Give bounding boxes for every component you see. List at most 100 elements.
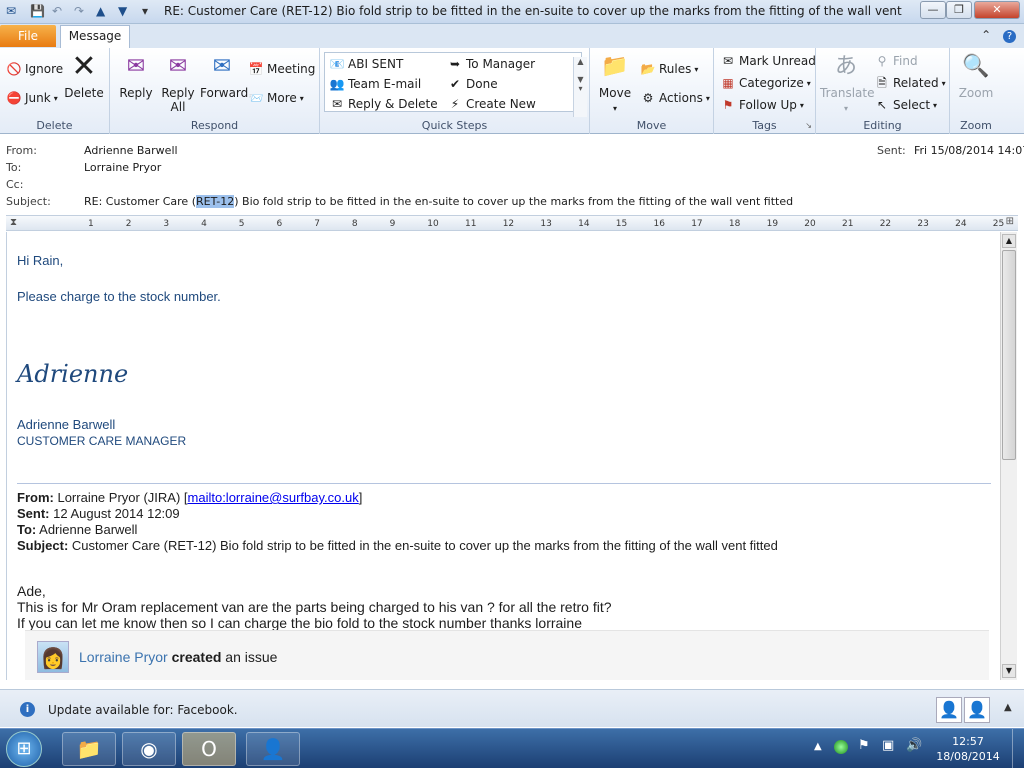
scroll-thumb[interactable] (1002, 250, 1016, 460)
editing-group: あ Translate ▾ ⚲ Find 🗎 Related ▾ ↖ Select ▾ Edi… (816, 48, 950, 134)
tab-file[interactable]: File (0, 25, 56, 47)
from-value[interactable]: Adrienne Barwell (84, 144, 178, 157)
ruler-tick: 20 (804, 219, 816, 229)
previous-item-icon[interactable]: ▲ (96, 3, 105, 19)
minimize-button[interactable]: — (920, 1, 946, 19)
subject-highlight: RET-12 (195, 195, 235, 208)
person-icon[interactable]: 👤 (936, 697, 962, 723)
quick-step-to-manager[interactable]: ➥ To Manager (447, 55, 535, 73)
volume-tray-icon[interactable]: 🔊 (906, 738, 922, 753)
zoom-group: 🔍 Zoom Zoom (950, 48, 1002, 134)
quick-step-done[interactable]: ✔ Done (447, 75, 498, 93)
status-tray-icon[interactable] (834, 740, 848, 754)
dialog-launcher-icon[interactable]: ↘ (805, 121, 812, 130)
ruler-tick: 9 (389, 219, 396, 229)
dropdown-arrow-icon: ▾ (799, 100, 804, 110)
show-hidden-icons[interactable]: ▲ (814, 741, 822, 752)
forward-button[interactable]: ✉ Forward (200, 52, 248, 100)
zoom-button[interactable]: 🔍 Zoom (954, 52, 998, 100)
quick-step-create-new[interactable]: ⚡ Create New (447, 95, 536, 113)
magnifier-icon: 🔍 (962, 54, 990, 79)
reply-all-button[interactable]: ✉ Reply All (158, 52, 198, 114)
ruler-tick: 22 (879, 219, 892, 229)
message-body[interactable]: Hi Rain, Please charge to the stock numb… (6, 232, 1000, 680)
mailto-link[interactable]: mailto:lorraine@surfbay.co.uk (188, 490, 359, 505)
vertical-scrollbar[interactable]: ▲ ▼ (1000, 232, 1017, 680)
ruler-tick: 4 (201, 219, 207, 229)
categorize-icon: ▦ (722, 76, 734, 90)
tab-message[interactable]: Message (60, 25, 130, 48)
ignore-button[interactable]: 🚫 Ignore (6, 60, 64, 78)
forward-icon: ✉ (212, 54, 232, 79)
rules-button[interactable]: 📂 Rules ▾ (640, 60, 699, 78)
orig-from-line: From: Lorraine Pryor (JIRA) [mailto:lorr… (17, 490, 362, 505)
subject-value: RE: Customer Care (RET-12) Bio fold stri… (84, 195, 793, 208)
minimize-ribbon-icon[interactable]: ⌃ (981, 28, 991, 42)
find-button[interactable]: ⚲ Find (874, 52, 918, 70)
from-label: From: (6, 144, 37, 157)
help-icon[interactable]: ? (1003, 30, 1016, 43)
orig-from: Lorraine Pryor (JIRA) [ (57, 490, 188, 505)
quick-step-reply-delete[interactable]: ✉ Reply & Delete (329, 95, 438, 113)
scroll-up-icon[interactable]: ▲ (1002, 234, 1016, 248)
ruler-tick: 5 (238, 219, 245, 229)
to-label: To: (6, 161, 22, 174)
quick-step-team-email[interactable]: 👥 Team E-mail (329, 75, 422, 93)
to-value[interactable]: Lorraine Pryor (84, 161, 161, 174)
quick-steps-scroll[interactable]: ▲ ▼ ▾ (573, 57, 587, 117)
expand-people-pane-icon[interactable]: ▲ (1004, 702, 1012, 713)
maximize-button[interactable]: ❐ (946, 1, 972, 19)
dropdown-arrow-icon: ▾ (705, 93, 710, 103)
junk-button[interactable]: ⛔ Junk ▾ (6, 89, 58, 107)
ruler-tick: 11 (465, 219, 477, 229)
select-button[interactable]: ↖ Select ▾ (874, 96, 937, 114)
jira-user-link[interactable]: Lorraine Pryor (79, 649, 168, 665)
chrome-taskbar-icon[interactable]: ◉ (122, 732, 176, 766)
outlook-icon: ✉ (6, 4, 17, 18)
undo-icon[interactable]: ↶ (52, 3, 62, 19)
view-ruler-icon[interactable]: ⊞ (1006, 216, 1014, 227)
group-label-move: Move (636, 119, 667, 132)
outlook-taskbar-icon[interactable]: O (182, 732, 236, 766)
indent-marker-icon[interactable]: ⧗ (10, 217, 17, 228)
delete-button[interactable]: ✕ Delete (64, 52, 104, 101)
related-button[interactable]: 🗎 Related ▾ (874, 74, 945, 92)
person-icon[interactable]: 👤 (964, 697, 990, 723)
explorer-taskbar-icon[interactable]: 📁 (62, 732, 116, 766)
delete-group: 🚫 Ignore ⛔ Junk ▾ ✕ Delete Delete (0, 48, 110, 134)
flag-tray-icon[interactable]: ⚑ (858, 738, 870, 753)
jira-notification: 👩 Lorraine Pryor created an issue (25, 630, 989, 680)
more-button[interactable]: 📨 More ▾ (248, 89, 304, 107)
next-item-icon[interactable]: ▼ (118, 3, 127, 19)
ruler-tick: 1 (88, 219, 94, 229)
mark-unread-button[interactable]: ✉ Mark Unread (720, 52, 816, 70)
redo-icon[interactable]: ↷ (74, 3, 84, 19)
show-desktop-button[interactable] (1012, 729, 1024, 768)
tags-group: ✉ Mark Unread ▦ Categorize ▾ ⚑ Follow Up ▾ Ta… (714, 48, 816, 134)
group-label-quick-steps: Quick Steps (421, 119, 488, 132)
notification-text[interactable]: Update available for: Facebook. (48, 703, 238, 717)
network-tray-icon[interactable]: ▣ (882, 738, 894, 753)
team-email-icon: 👥 (329, 77, 345, 91)
save-icon[interactable]: 💾 (30, 3, 45, 19)
reply-button[interactable]: ✉ Reply (116, 52, 156, 100)
meeting-button[interactable]: 📅 Meeting (248, 60, 316, 78)
translate-button[interactable]: あ Translate ▾ (820, 52, 875, 116)
window-title: RE: Customer Care (RET-12) Bio fold stri… (164, 4, 904, 18)
customize-qat-icon[interactable]: ▾ (142, 3, 148, 19)
start-button[interactable]: ⊞ (6, 731, 42, 767)
actions-button[interactable]: ⚙ Actions ▾ (640, 89, 710, 107)
app-taskbar-icon[interactable]: 👤 (246, 732, 300, 766)
quick-step-abi-sent[interactable]: 📧 ABI SENT (329, 55, 404, 73)
orig-sent: 12 August 2014 12:09 (53, 506, 180, 521)
move-button[interactable]: 📁 Move ▾ (596, 52, 634, 116)
scroll-down-icon[interactable]: ▼ (1002, 664, 1016, 678)
reply-icon: ✉ (126, 54, 146, 79)
binoculars-icon: ⚲ (877, 54, 887, 68)
quick-steps-group: 📧 ABI SENT ➥ To Manager 👥 Team E-mail ✔ Done… (320, 48, 590, 134)
clock[interactable]: 12:57 18/08/2014 (936, 734, 1000, 764)
categorize-button[interactable]: ▦ Categorize ▾ (720, 74, 810, 92)
close-button[interactable]: ✕ (974, 1, 1020, 19)
ruler-tick: 3 (163, 219, 170, 229)
follow-up-button[interactable]: ⚑ Follow Up ▾ (720, 96, 804, 114)
